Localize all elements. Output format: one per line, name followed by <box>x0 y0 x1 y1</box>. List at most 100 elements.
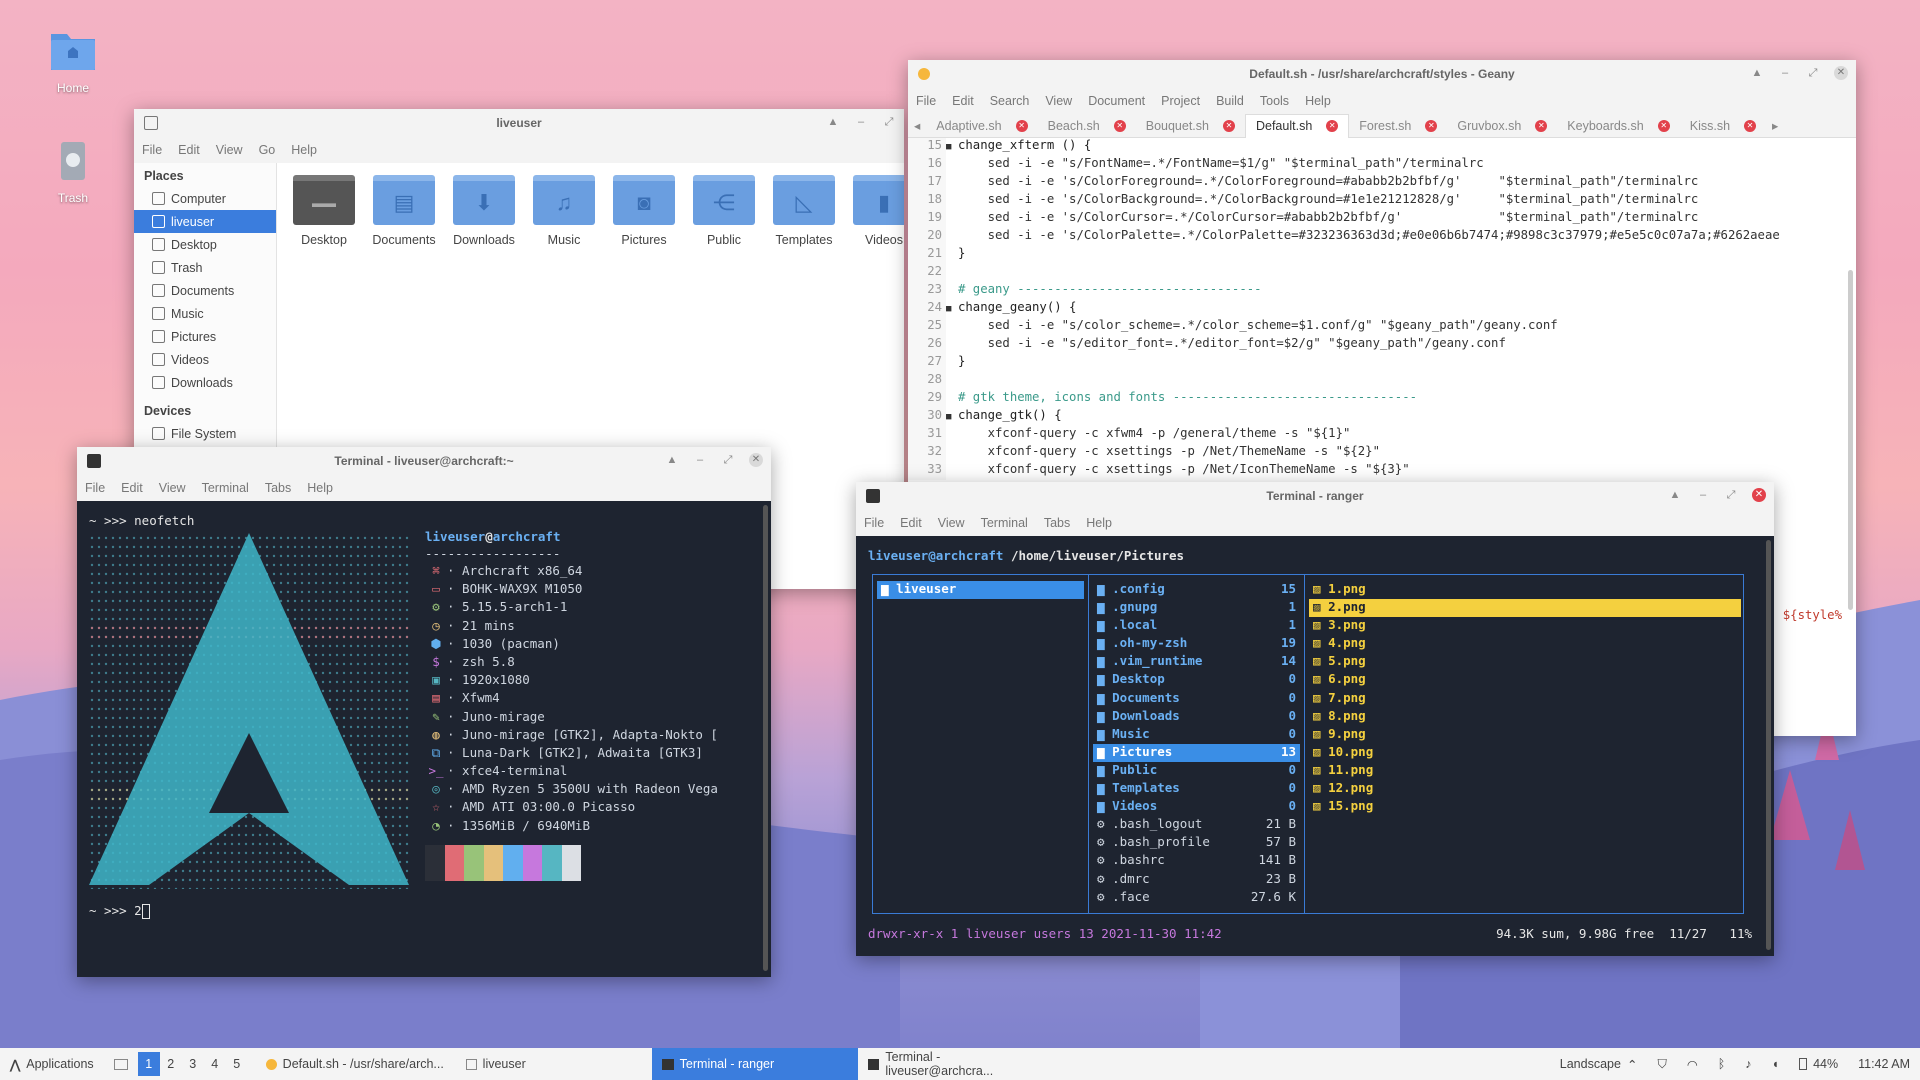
workspace-1[interactable]: 1 <box>137 1052 160 1076</box>
close-icon[interactable]: ✕ <box>1425 119 1438 132</box>
clock[interactable]: 11:42 AM <box>1848 1048 1920 1080</box>
ranger-file-item[interactable]: ⚙ .face 27.6 K <box>1093 889 1300 907</box>
ranger-file-item[interactable]: ▆ Videos 0 <box>1093 798 1300 816</box>
wifi-icon[interactable]: ◠ <box>1677 1048 1708 1080</box>
minimize-button[interactable]: – <box>693 453 707 467</box>
sidebar-item-downloads[interactable]: Downloads <box>134 371 276 394</box>
maximize-button[interactable]: ⤢ <box>1724 488 1738 502</box>
shield-icon[interactable]: ⛉ <box>1647 1048 1676 1080</box>
workspace-5[interactable]: 5 <box>226 1052 248 1076</box>
sidebar-item-trash[interactable]: Trash <box>134 256 276 279</box>
battery-indicator[interactable]: 44% <box>1789 1048 1848 1080</box>
menu-build[interactable]: Build <box>1216 94 1244 108</box>
shade-button[interactable]: ▲ <box>1668 488 1682 502</box>
menu-help[interactable]: Help <box>291 143 317 157</box>
task-terminal-ranger[interactable]: Terminal - ranger <box>651 1048 858 1080</box>
folder-public[interactable]: ⋲ Public <box>684 175 764 247</box>
minimize-button[interactable]: – <box>1696 488 1710 502</box>
tab-adaptive[interactable]: Adaptive.sh ✕ <box>926 114 1037 138</box>
volume-icon[interactable]: ◖ <box>1762 1048 1790 1080</box>
folder-downloads[interactable]: ⬇ Downloads <box>444 175 524 247</box>
folder-desktop[interactable]: ▬▬ Desktop <box>284 175 364 247</box>
close-icon[interactable]: ✕ <box>1222 119 1235 132</box>
ranger-preview-item[interactable]: ▨ 9.png <box>1309 726 1741 744</box>
shade-button[interactable]: ▲ <box>665 453 679 467</box>
workspace-4[interactable]: 4 <box>204 1052 226 1076</box>
menu-search[interactable]: Search <box>990 94 1030 108</box>
sidebar-item-pictures[interactable]: Pictures <box>134 325 276 348</box>
close-icon[interactable]: ✕ <box>1657 119 1670 132</box>
task-geany[interactable]: Default.sh - /usr/share/arch... <box>256 1048 456 1080</box>
close-button[interactable]: ✕ <box>1834 66 1848 80</box>
menu-view[interactable]: View <box>216 143 243 157</box>
sidebar-item-documents[interactable]: Documents <box>134 279 276 302</box>
close-icon[interactable]: ✕ <box>1113 119 1126 132</box>
ranger-file-item[interactable]: ▆ Desktop 0 <box>1093 671 1300 689</box>
menu-help[interactable]: Help <box>307 481 333 495</box>
minimize-button[interactable]: – <box>854 115 868 129</box>
menu-project[interactable]: Project <box>1161 94 1200 108</box>
editor-scrollbar[interactable] <box>1848 270 1853 610</box>
tab-default[interactable]: Default.sh ✕ <box>1244 113 1350 138</box>
fold-toggle-icon[interactable]: ■ <box>946 138 956 156</box>
folder-videos[interactable]: ▮ Videos <box>844 175 904 247</box>
ranger-preview-item[interactable]: ▨ 15.png <box>1309 798 1741 816</box>
ranger-output[interactable]: liveuser@archcraft /home/liveuser/Pictur… <box>856 536 1774 956</box>
ranger-file-item[interactable]: ▆ .config 15 <box>1093 581 1300 599</box>
desktop-home-icon[interactable]: Home <box>28 28 118 95</box>
sidebar-item-videos[interactable]: Videos <box>134 348 276 371</box>
ranger-preview-item[interactable]: ▨ 10.png <box>1309 744 1741 762</box>
menu-document[interactable]: Document <box>1088 94 1145 108</box>
menu-edit[interactable]: Edit <box>178 143 200 157</box>
ranger-file-item[interactable]: ▆ .oh-my-zsh 19 <box>1093 635 1300 653</box>
task-file-manager[interactable]: liveuser <box>456 1048 652 1080</box>
folder-templates[interactable]: ◺ Templates <box>764 175 844 247</box>
ranger-file-item[interactable]: ⚙ .dmrc 23 B <box>1093 871 1300 889</box>
folder-music[interactable]: ♫ Music <box>524 175 604 247</box>
ranger-file-item[interactable]: ⚙ .bash_logout 21 B <box>1093 816 1300 834</box>
ranger-file-item[interactable]: ▆ .gnupg 1 <box>1093 599 1300 617</box>
ranger-file-item[interactable]: ▆ .local 1 <box>1093 617 1300 635</box>
menu-edit[interactable]: Edit <box>121 481 143 495</box>
tab-forest[interactable]: Forest.sh ✕ <box>1349 114 1447 138</box>
folder-pictures[interactable]: ◙ Pictures <box>604 175 684 247</box>
menu-terminal[interactable]: Terminal <box>202 481 249 495</box>
ranger-file-item[interactable]: ▆ Pictures 13 <box>1093 743 1300 762</box>
sidebar-item-filesystem[interactable]: File System <box>134 422 276 445</box>
tab-bouquet[interactable]: Bouquet.sh ✕ <box>1136 114 1245 138</box>
shade-button[interactable]: ▲ <box>1750 66 1764 80</box>
sidebar-item-computer[interactable]: Computer <box>134 187 276 210</box>
menu-tabs[interactable]: Tabs <box>265 481 291 495</box>
ranger-file-item[interactable]: ⚙ .bash_profile 57 B <box>1093 834 1300 852</box>
ranger-preview-item[interactable]: ▨ 5.png <box>1309 653 1741 671</box>
terminal-scrollbar[interactable] <box>763 505 768 971</box>
show-desktop-button[interactable] <box>104 1048 138 1080</box>
ranger-file-item[interactable]: ▆ .vim_runtime 14 <box>1093 653 1300 671</box>
display-layout-selector[interactable]: Landscape ⌃ <box>1550 1048 1648 1080</box>
file-manager-titlebar[interactable]: liveuser ▲ – ⤢ <box>134 109 904 137</box>
close-button[interactable]: ✕ <box>749 453 763 467</box>
menu-view[interactable]: View <box>938 516 965 530</box>
ranger-preview-item[interactable]: ▨ 7.png <box>1309 690 1741 708</box>
fold-toggle-icon[interactable]: ■ <box>946 408 956 426</box>
ranger-preview-item[interactable]: ▨ 2.png <box>1309 599 1741 618</box>
menu-edit[interactable]: Edit <box>900 516 922 530</box>
close-icon[interactable]: ✕ <box>1744 119 1757 132</box>
terminal-scrollbar[interactable] <box>1766 540 1771 950</box>
tab-keyboards[interactable]: Keyboards.sh ✕ <box>1557 114 1679 138</box>
menu-file[interactable]: File <box>916 94 936 108</box>
close-button[interactable]: ✕ <box>1752 488 1766 502</box>
maximize-button[interactable]: ⤢ <box>1806 66 1820 80</box>
tab-scroll-right[interactable]: ▸ <box>1766 118 1784 133</box>
menu-file[interactable]: File <box>85 481 105 495</box>
ranger-file-item[interactable]: ⚙ .bashrc 141 B <box>1093 852 1300 870</box>
menu-file[interactable]: File <box>864 516 884 530</box>
ranger-preview-item[interactable]: ▨ 1.png <box>1309 581 1741 599</box>
ranger-preview-item[interactable]: ▨ 3.png <box>1309 617 1741 635</box>
ranger-titlebar[interactable]: Terminal - ranger ▲ – ⤢ ✕ <box>856 482 1774 510</box>
maximize-button[interactable]: ⤢ <box>882 115 896 129</box>
notification-bell-icon[interactable]: ♪ <box>1735 1048 1761 1080</box>
tab-kiss[interactable]: Kiss.sh ✕ <box>1680 114 1766 138</box>
minimize-button[interactable]: – <box>1778 66 1792 80</box>
workspace-2[interactable]: 2 <box>160 1052 182 1076</box>
